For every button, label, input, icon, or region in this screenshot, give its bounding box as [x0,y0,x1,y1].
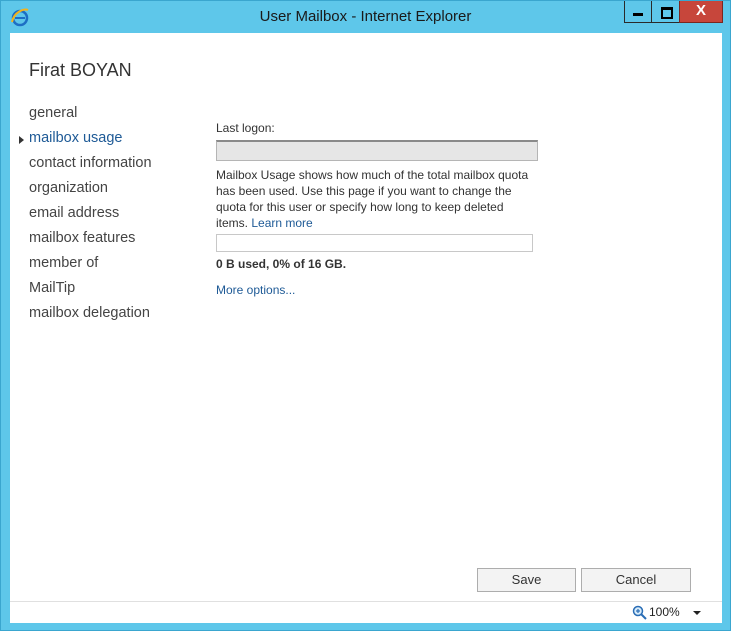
close-icon: X [695,2,706,19]
minimize-button[interactable] [624,1,652,23]
nav-item-mailbox-features[interactable]: mailbox features [29,228,152,253]
zoom-dropdown-icon[interactable] [693,611,701,615]
nav-item-contact-information[interactable]: contact information [29,153,152,178]
usage-description: Mailbox Usage shows how much of the tota… [216,167,538,231]
usage-summary: 0 B used, 0% of 16 GB. [216,257,347,271]
nav-item-member-of[interactable]: member of [29,253,152,278]
maximize-icon [661,7,673,19]
cancel-button[interactable]: Cancel [581,568,691,592]
minimize-icon [633,13,643,16]
last-logon-field [216,140,538,161]
selected-arrow-icon [19,136,24,144]
window-title: User Mailbox - Internet Explorer [259,8,472,25]
last-logon-label: Last logon: [216,121,275,135]
save-button[interactable]: Save [477,568,576,592]
browser-window: User Mailbox - Internet Explorer X Firat… [0,0,731,631]
nav-item-email-address[interactable]: email address [29,203,152,228]
nav-item-mailbox-usage[interactable]: mailbox usage [29,128,152,153]
page-title: Firat BOYAN [29,60,132,80]
close-button[interactable]: X [679,1,723,23]
more-options-link[interactable]: More options... [216,283,295,297]
section-nav: general mailbox usage contact informatio… [19,103,152,328]
quota-progress-bar [216,234,533,252]
nav-item-organization[interactable]: organization [29,178,152,203]
maximize-button[interactable] [651,1,680,23]
page-content: Firat BOYAN general mailbox usage contac… [10,33,722,601]
status-bar: 100% [10,601,722,623]
title-bar[interactable]: User Mailbox - Internet Explorer X [1,1,730,33]
learn-more-link[interactable]: Learn more [251,216,312,230]
nav-item-mailtip[interactable]: MailTip [29,278,152,303]
nav-item-mailbox-delegation[interactable]: mailbox delegation [29,303,152,328]
nav-item-general[interactable]: general [29,103,152,128]
zoom-icon [632,605,647,620]
zoom-level[interactable]: 100% [649,605,680,619]
